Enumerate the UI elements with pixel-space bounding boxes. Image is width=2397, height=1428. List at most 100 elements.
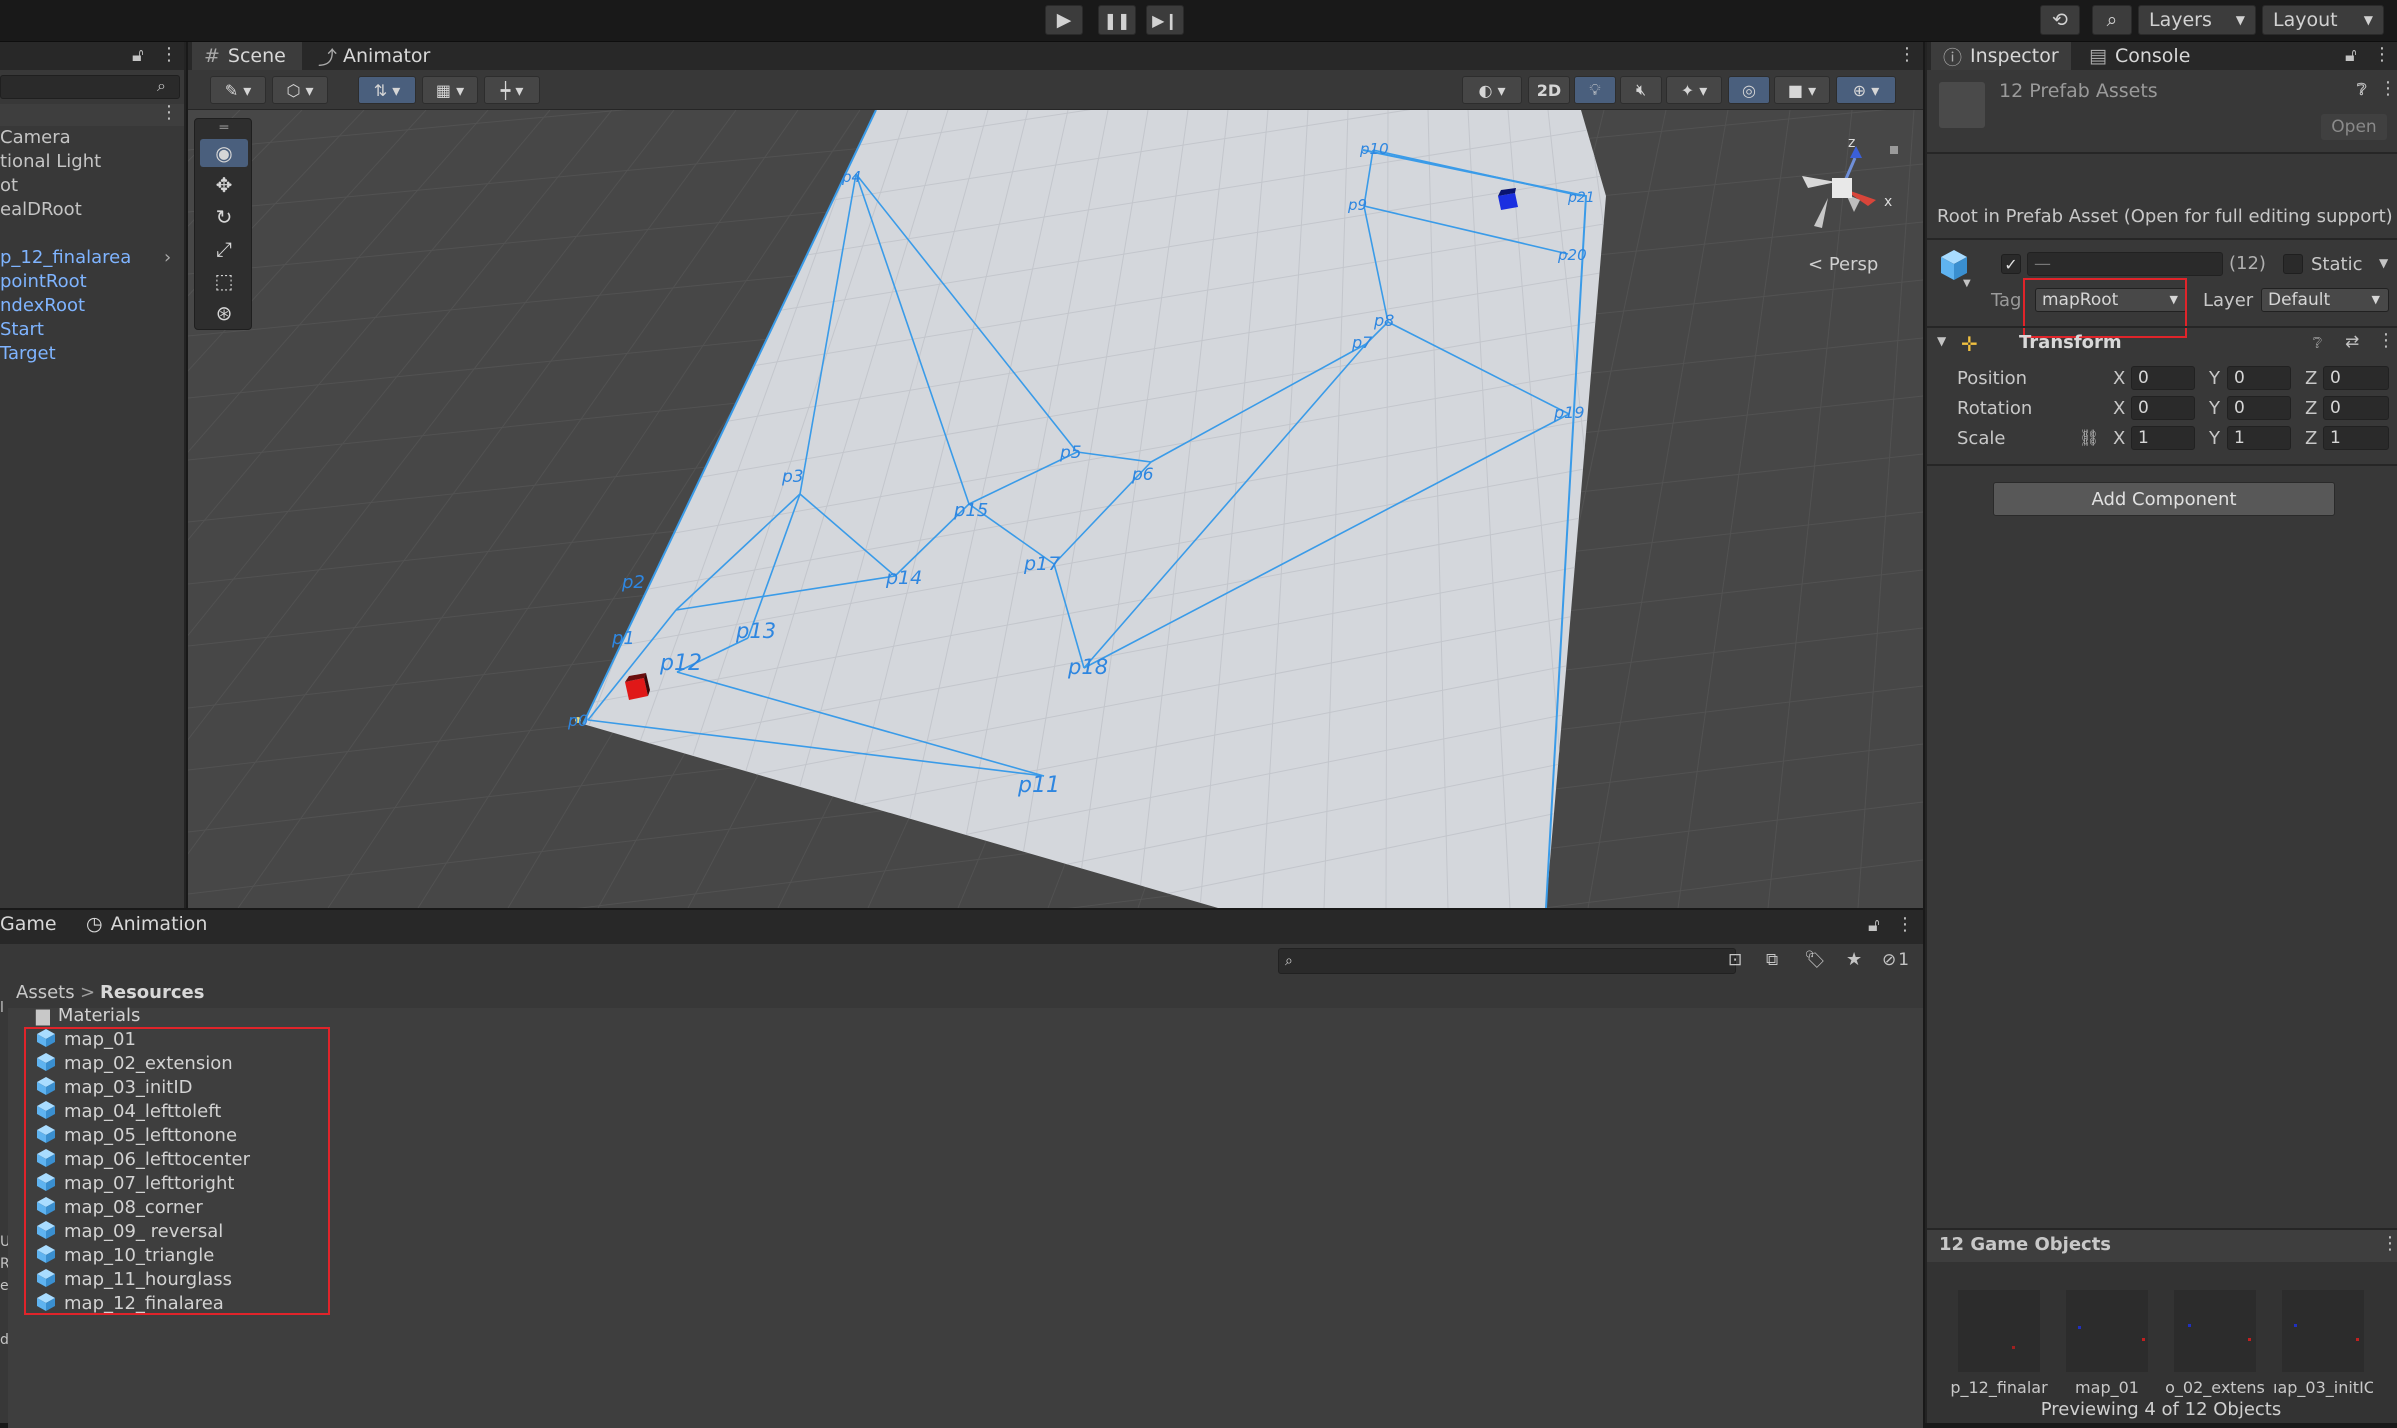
preview-thumbnail[interactable] (2174, 1290, 2256, 1372)
audio-toggle[interactable]: 🔇︎ (1620, 76, 1662, 104)
more-menu-icon[interactable]: ⋮ (160, 44, 178, 65)
camera-button[interactable]: ■ ▾ (1774, 76, 1830, 104)
scene-canvas[interactable]: p0 p1 p2 p3 p4 p5 p6 p7p8 p9 p10 p11 p12 p13 p14 p15 p1… (188, 110, 1923, 908)
move-tool-button[interactable]: ✥ (200, 171, 248, 199)
more-menu-icon[interactable]: ⋮ (2379, 78, 2397, 99)
chevron-down-icon[interactable]: ▼ (1963, 278, 1971, 289)
hierarchy-item[interactable]: tional Light (0, 150, 101, 174)
scale-z-field[interactable]: 1 (2323, 426, 2389, 450)
preview-thumbnail[interactable] (1958, 1290, 2040, 1372)
open-prefab-button[interactable]: Open (2321, 114, 2387, 140)
visibility-toggle[interactable]: ◎ (1728, 76, 1770, 104)
rect-tool-button[interactable]: ⬚ (200, 267, 248, 295)
chevron-down-icon[interactable]: ▼ (2379, 256, 2388, 270)
tab-animation[interactable]: ◷ Animation (74, 910, 224, 938)
tab-inspector[interactable]: ⓘ Inspector (1931, 42, 2071, 70)
increment-snap-button[interactable]: ┿ ▾ (484, 76, 540, 104)
hierarchy-item-prefab[interactable]: p_12_finalarea › (0, 246, 184, 270)
position-y-field[interactable]: 0 (2227, 366, 2291, 390)
persp-label[interactable]: < Persp (1808, 254, 1878, 275)
scale-tool-button[interactable]: ⤢ (200, 235, 248, 263)
transform-header[interactable]: ▼ ✛ Transform ❔︎ ⇄ ⋮ (1927, 330, 2397, 360)
rotation-y-field[interactable]: 0 (2227, 396, 2291, 420)
link-icon[interactable]: ⛓︎ (2079, 428, 2099, 447)
layer-dropdown[interactable]: Default ▼ (2261, 288, 2389, 312)
position-x-field[interactable]: 0 (2131, 366, 2195, 390)
more-menu-icon[interactable]: ⋮ (1896, 914, 1914, 935)
target-cube[interactable] (1498, 188, 1518, 210)
rotation-z-field[interactable]: 0 (2323, 396, 2389, 420)
palette-handle[interactable]: ═ (200, 120, 248, 136)
breadcrumb-assets[interactable]: Assets (16, 982, 75, 1003)
transform-tool-button[interactable]: ⊛ (200, 299, 248, 327)
static-checkbox[interactable] (2283, 254, 2303, 274)
draw-mode-button[interactable]: ✎ ▾ (210, 76, 266, 104)
hierarchy-item[interactable]: pointRoot (0, 270, 87, 294)
more-menu-icon[interactable]: ⋮ (160, 102, 178, 123)
project-folder-tree: l U R e d (0, 978, 10, 1423)
rotate-tool-button[interactable]: ↻ (200, 203, 248, 231)
layout-dropdown[interactable]: Layout ▼ (2262, 5, 2384, 35)
star-icon[interactable]: ★ (1846, 949, 1862, 970)
lock-icon[interactable]: 🔓︎ (2345, 45, 2357, 66)
filter-type-icon[interactable]: ⧉ (1766, 950, 1778, 970)
step-button[interactable]: ▶❙ (1146, 5, 1184, 35)
tag-icon[interactable]: 🏷︎ (1804, 950, 1826, 970)
more-menu-icon[interactable]: ⋮ (2373, 44, 2391, 65)
render-mode-button[interactable]: ⬡ ▾ (272, 76, 328, 104)
search-button[interactable]: ⌕ (2092, 5, 2132, 35)
hierarchy-item[interactable]: ndexRoot (0, 294, 85, 318)
name-input[interactable]: — (2027, 252, 2223, 276)
rotation-x-field[interactable]: 0 (2131, 396, 2195, 420)
more-menu-icon[interactable]: ⋮ (2377, 330, 2395, 351)
scale-x-field[interactable]: 1 (2131, 426, 2195, 450)
hierarchy-item[interactable]: Target (0, 342, 56, 366)
toggle-2d-button[interactable]: 2D (1528, 76, 1570, 104)
position-z-field[interactable]: 0 (2323, 366, 2389, 390)
help-icon[interactable]: ❔︎ (2357, 80, 2367, 100)
tab-animator[interactable]: ⤴ Animator (306, 42, 436, 70)
view-tool-button[interactable]: ◉ (200, 139, 248, 167)
search-by-type-icon[interactable]: ⊡ (1728, 950, 1742, 970)
layers-dropdown[interactable]: Layers ▼ (2138, 5, 2256, 35)
lock-icon[interactable]: 🔓︎ (132, 45, 144, 66)
more-menu-icon[interactable]: ⋮ (1898, 44, 1916, 65)
snap-button[interactable]: ⇅ ▾ (358, 76, 416, 104)
hidden-packages-toggle[interactable]: ⊘ 1 (1882, 950, 1909, 970)
preset-icon[interactable]: ⇄ (2345, 332, 2359, 352)
lighting-toggle[interactable]: 💡︎ (1574, 76, 1616, 104)
chevron-right-icon[interactable]: › (164, 246, 171, 270)
help-icon[interactable]: ❔︎ (2313, 334, 2322, 352)
play-button[interactable]: ▶ (1045, 5, 1083, 35)
history-button[interactable]: ⟲ (2040, 5, 2080, 35)
preview-thumbnail[interactable] (2066, 1290, 2148, 1372)
lock-icon[interactable]: 🔓︎ (1868, 915, 1880, 936)
add-component-button[interactable]: Add Component (1993, 482, 2335, 516)
hierarchy-item[interactable]: Start (0, 318, 44, 342)
hierarchy-item[interactable]: ot (0, 174, 18, 198)
scene-viewport[interactable]: p0 p1 p2 p3 p4 p5 p6 p7 p8 p9 p10 p11 p12 p13 p14 p15 p1… (188, 110, 1923, 908)
more-menu-icon[interactable]: ⋮ (2381, 1233, 2397, 1254)
tab-scene[interactable]: # Scene (192, 42, 302, 70)
hierarchy-panel: 🔓︎ ⋮ ⌕ ⋮ Camera tional Light ot ealDRoot… (0, 42, 186, 908)
start-cube[interactable] (625, 673, 650, 700)
preview-thumbnail[interactable] (2282, 1290, 2364, 1372)
list-item-folder[interactable]: ▆ Materials (36, 1004, 140, 1028)
hierarchy-item[interactable]: ealDRoot (0, 198, 82, 222)
shading-mode-button[interactable]: ◐ ▾ (1462, 76, 1522, 104)
breadcrumb-resources[interactable]: Resources (100, 982, 204, 1003)
tab-game[interactable]: Game (0, 910, 70, 938)
info-icon: ⓘ (1943, 46, 1963, 69)
project-search-input[interactable]: ⌕ (1278, 948, 1736, 974)
hierarchy-search-input[interactable]: ⌕ (0, 75, 180, 99)
tab-console[interactable]: ▤ Console (2077, 42, 2217, 70)
hierarchy-item[interactable]: Camera (0, 126, 71, 150)
active-checkbox[interactable]: ✓ (2001, 254, 2021, 274)
grid-snap-button[interactable]: ▦ ▾ (422, 76, 478, 104)
scale-y-field[interactable]: 1 (2227, 426, 2291, 450)
effects-toggle[interactable]: ✦ ▾ (1666, 76, 1722, 104)
pause-button[interactable]: ❚❚ (1098, 5, 1136, 35)
orientation-gizmo[interactable]: z x (1802, 135, 1898, 228)
point-label: p0 (567, 711, 588, 730)
gizmos-button[interactable]: ⊕ ▾ (1836, 76, 1896, 104)
